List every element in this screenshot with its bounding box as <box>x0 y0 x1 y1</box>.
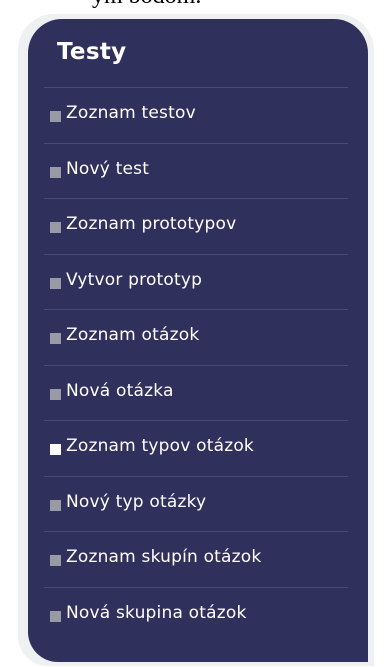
square-bullet-icon <box>50 444 61 455</box>
square-bullet-icon <box>50 111 61 122</box>
menu-item-label[interactable]: Nový typ otázky <box>66 492 206 512</box>
menu-item-label[interactable]: Vytvor prototyp <box>66 270 202 290</box>
menu-item-label[interactable]: Zoznam otázok <box>66 325 199 345</box>
menu-item-zoznam-skupin-otazok[interactable]: Zoznam skupín otázok <box>44 531 348 587</box>
menu-item-label[interactable]: Zoznam prototypov <box>66 214 236 234</box>
square-bullet-icon <box>50 166 61 178</box>
menu-item-novy-typ-otazky[interactable]: Nový typ otázky <box>44 475 348 532</box>
menu-list: Zoznam testov Nový test Zoznam prototypo… <box>44 87 348 642</box>
sidebar-menu: Testy Zoznam testov Nový test Zoznam pro… <box>28 19 368 662</box>
menu-item-label[interactable]: Nový test <box>66 159 149 179</box>
square-bullet-icon <box>50 277 61 289</box>
menu-item-nova-otazka[interactable]: Nová otázka <box>44 364 348 421</box>
square-bullet-icon <box>50 610 61 622</box>
square-bullet-icon <box>50 555 61 566</box>
menu-item-label[interactable]: Zoznam testov <box>66 103 196 123</box>
menu-item-label[interactable]: Nová otázka <box>66 381 174 401</box>
menu-item-zoznam-testov[interactable]: Zoznam testov <box>44 87 348 143</box>
menu-item-novy-test[interactable]: Nový test <box>44 142 348 199</box>
square-bullet-icon <box>50 388 61 400</box>
menu-item-zoznam-typov-otazok[interactable]: Zoznam typov otázok <box>44 420 348 476</box>
square-bullet-icon <box>50 333 61 344</box>
menu-item-label[interactable]: Zoznam typov otázok <box>66 436 254 456</box>
square-bullet-icon <box>50 222 61 233</box>
page-caption-text: ým bodom. <box>92 0 201 8</box>
menu-item-zoznam-otazok[interactable]: Zoznam otázok <box>44 309 348 365</box>
menu-item-zoznam-prototypov[interactable]: Zoznam prototypov <box>44 198 348 254</box>
menu-title: Testy <box>57 39 127 65</box>
menu-item-nova-skupina-otazok[interactable]: Nová skupina otázok <box>44 586 348 643</box>
menu-item-vytvor-prototyp[interactable]: Vytvor prototyp <box>44 253 348 310</box>
menu-item-label[interactable]: Zoznam skupín otázok <box>66 547 261 567</box>
menu-item-label[interactable]: Nová skupina otázok <box>66 603 247 623</box>
square-bullet-icon <box>50 499 61 511</box>
